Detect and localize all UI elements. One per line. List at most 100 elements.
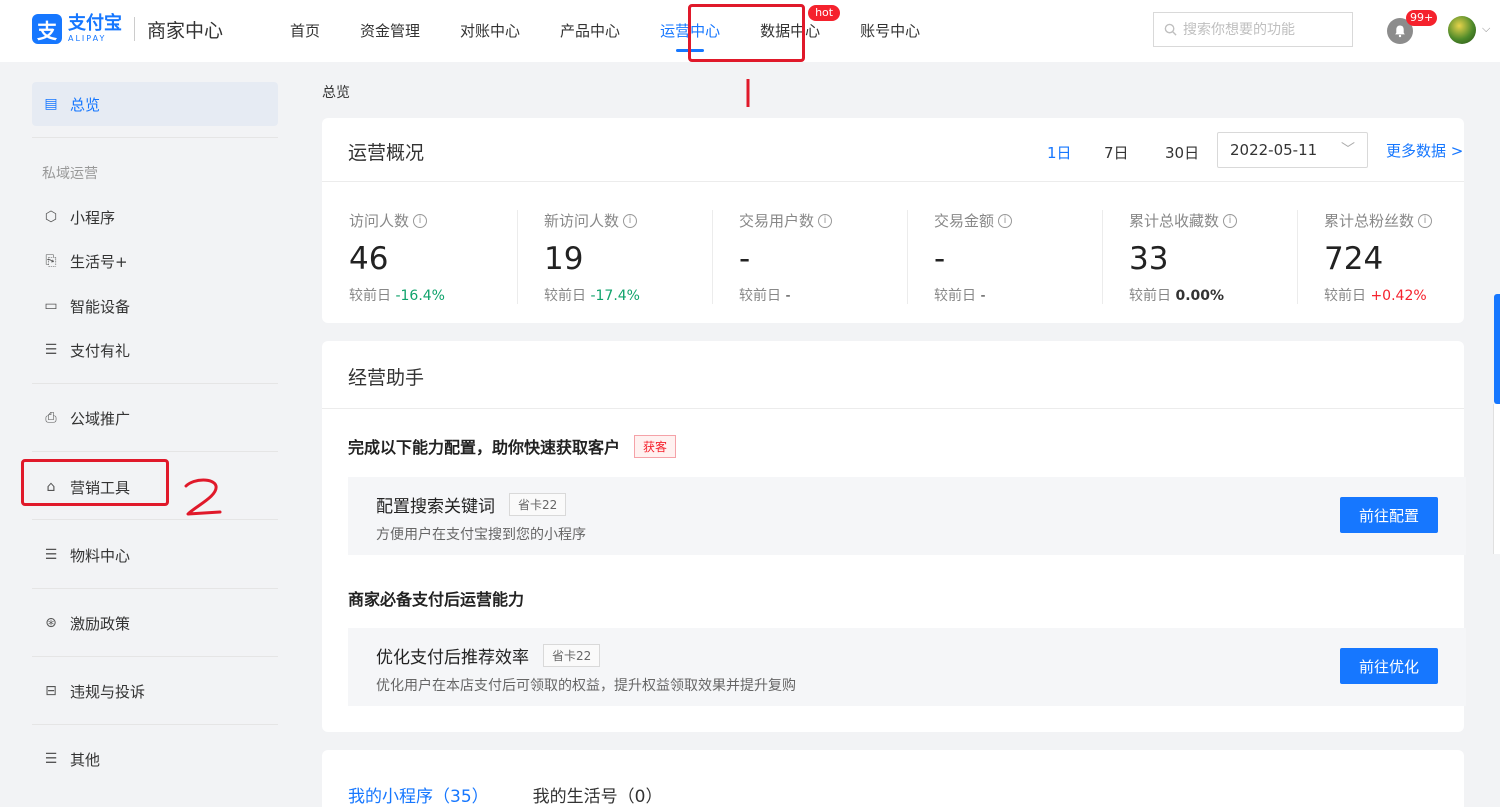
sidebar-item-label: 智能设备 [70, 297, 131, 316]
date-picker[interactable]: 2022-05-11 ﹀ [1217, 132, 1368, 168]
metric-value: - [934, 241, 946, 277]
sidebar-item-mini-program[interactable]: ⬡ 小程序 [32, 195, 278, 239]
bookmark-icon: ⎘ [45, 253, 57, 269]
sidebar-divider [32, 656, 278, 657]
sidebar-divider [32, 137, 278, 138]
sidebar-item-label: 生活号+ [70, 252, 128, 271]
metric-divider [712, 210, 713, 304]
info-icon[interactable]: i [623, 213, 638, 228]
sidebar-item-violation[interactable]: ⊟ 违规与投诉 [32, 669, 278, 713]
optimize-button[interactable]: 前往优化 [1340, 648, 1438, 684]
search-input[interactable] [1183, 21, 1343, 38]
metric-divider [517, 210, 518, 304]
more-data-link[interactable]: 更多数据 > [1386, 140, 1463, 161]
tab-mini-programs[interactable]: 我的小程序（35） [348, 782, 489, 807]
annotation-box-marketing-tools [21, 459, 169, 506]
info-icon[interactable]: i [818, 213, 833, 228]
sidebar-item-label: 总览 [70, 95, 101, 114]
metric-change: - [980, 288, 986, 304]
metric-value: 19 [544, 241, 584, 277]
section-heading: 完成以下能力配置，助你快速获取客户 获客 [348, 434, 677, 458]
nav-reconciliation[interactable]: 对账中心 [440, 0, 540, 62]
sidebar-item-label: 公域推广 [70, 409, 131, 428]
range-1-day[interactable]: 1日 [1047, 142, 1072, 163]
metric-label: 访问人数 [349, 212, 410, 230]
sidebar-item-label: 物料中心 [70, 546, 131, 565]
metric-label: 新访问人数 [544, 212, 620, 230]
sidebar-item-smart-device[interactable]: ▭ 智能设备 [32, 284, 278, 328]
sidebar-divider [32, 588, 278, 589]
nav-account[interactable]: 账号中心 [840, 0, 940, 62]
sidebar-item-label: 其他 [70, 750, 101, 769]
nav-home[interactable]: 首页 [270, 0, 340, 62]
card-divider [322, 181, 1464, 182]
sidebar-divider [32, 451, 278, 452]
section-heading-text: 商家必备支付后运营能力 [348, 590, 525, 609]
info-icon[interactable]: i [998, 213, 1013, 228]
task-search-keyword: 配置搜索关键词 省卡22 方便用户在支付宝搜到您的小程序 前往配置 [348, 477, 1466, 555]
metric-value: 46 [349, 241, 389, 277]
logo-cn-text: 支付宝 [68, 13, 122, 34]
task-desc: 方便用户在支付宝搜到您的小程序 [376, 527, 586, 543]
sidebar-item-life-account[interactable]: ⎘ 生活号+ [32, 239, 278, 283]
chevron-down-icon: ﹀ [1341, 142, 1355, 158]
logo-en-text: ALIPAY [68, 34, 107, 43]
sidebar-item-overview[interactable]: ▤ 总览 [32, 82, 278, 126]
sidebar-item-pay-gift[interactable]: ☰ 支付有礼 [32, 328, 278, 372]
configure-button[interactable]: 前往配置 [1340, 497, 1438, 533]
right-edge-panel[interactable] [1493, 404, 1500, 554]
range-30-day[interactable]: 30日 [1165, 142, 1199, 163]
metric-label: 累计总收藏数 [1129, 212, 1220, 230]
sidebar-item-public-promo[interactable]: ⎙ 公域推广 [32, 396, 278, 440]
metric-label: 累计总粉丝数 [1324, 212, 1415, 230]
date-value: 2022-05-11 [1230, 141, 1318, 159]
promo-icon: ⎙ [45, 410, 57, 426]
sidebar-group-private: 私域运营 [42, 166, 98, 182]
sidebar-item-other[interactable]: ☰ 其他 [32, 737, 278, 781]
sidebar-item-label: 激励政策 [70, 614, 131, 633]
search-icon [1164, 23, 1177, 36]
metric-label: 交易用户数 [739, 212, 815, 230]
annotation-box-operations [688, 4, 805, 62]
metric-trade-amount: 交易金额 i - 较前日 - [934, 210, 1129, 305]
metric-change: -16.4% [395, 288, 445, 304]
compare-label: 较前日 [934, 288, 976, 304]
device-icon: ▭ [44, 298, 58, 314]
metric-trade-users: 交易用户数 i - 较前日 - [739, 210, 934, 305]
task-title: 配置搜索关键词 [376, 497, 495, 517]
overview-title: 运营概况 [348, 142, 425, 164]
my-assets-card: 我的小程序（35） 我的生活号（0） [322, 750, 1464, 807]
info-icon[interactable]: i [1223, 213, 1238, 228]
info-icon[interactable]: i [413, 213, 428, 228]
nav-products[interactable]: 产品中心 [540, 0, 640, 62]
sidebar-divider [32, 383, 278, 384]
sidebar-item-materials[interactable]: ☰ 物料中心 [32, 533, 278, 577]
sidebar-item-label: 违规与投诉 [70, 682, 146, 701]
nav-funds[interactable]: 资金管理 [340, 0, 440, 62]
sidebar: ▤ 总览 私域运营 ⬡ 小程序 ⎘ 生活号+ ▭ 智能设备 ☰ 支付有礼 ⎙ 公… [0, 62, 300, 807]
alipay-logo[interactable]: 支 支付宝 ALIPAY 商家中心 [32, 14, 223, 44]
annotation-mark-1 [746, 79, 750, 107]
tab-life-accounts[interactable]: 我的生活号（0） [533, 782, 663, 807]
search-box[interactable] [1153, 12, 1353, 47]
sidebar-item-label: 支付有礼 [70, 341, 131, 360]
compare-label: 较前日 [544, 288, 586, 304]
metric-divider [1102, 210, 1103, 304]
save-tag: 省卡22 [509, 493, 567, 516]
range-7-day[interactable]: 7日 [1104, 142, 1129, 163]
right-edge-indicator[interactable] [1494, 294, 1500, 404]
user-avatar[interactable] [1448, 16, 1476, 44]
logo-divider [134, 17, 135, 41]
chevron-down-icon[interactable]: ⌵ [1482, 22, 1490, 36]
chart-icon: ▤ [44, 96, 58, 112]
metric-new-visitors: 新访问人数 i 19 较前日 -17.4% [544, 210, 739, 305]
sidebar-item-incentive[interactable]: ⊛ 激励政策 [32, 601, 278, 645]
overview-card: 运营概况 1日 7日 30日 2022-05-11 ﹀ 更多数据 > 访问人数 i… [322, 118, 1464, 323]
info-icon[interactable]: i [1418, 213, 1433, 228]
metric-divider [907, 210, 908, 304]
notification-count-badge: 99+ [1406, 10, 1438, 26]
app-title: 商家中心 [147, 19, 224, 42]
compare-label: 较前日 [739, 288, 781, 304]
compare-label: 较前日 [349, 288, 391, 304]
assistant-card: 经营助手 完成以下能力配置，助你快速获取客户 获客 配置搜索关键词 省卡22 方… [322, 341, 1466, 732]
